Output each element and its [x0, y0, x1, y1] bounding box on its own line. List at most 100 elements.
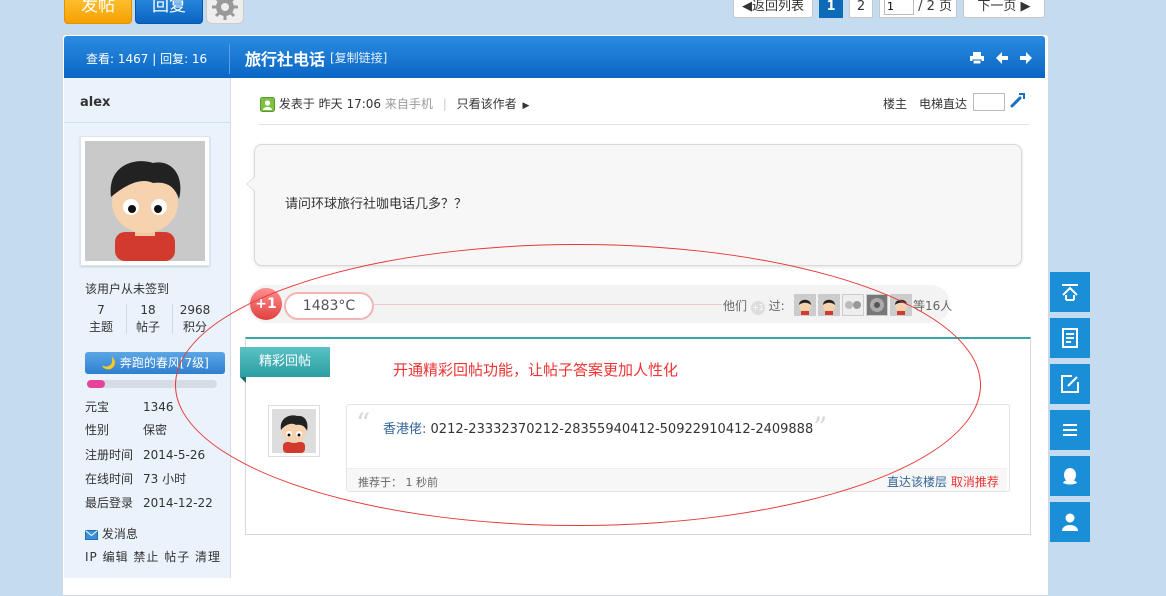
profile-value: 2014-5-26 [143, 448, 206, 462]
bubble-arrow-inner [247, 177, 255, 191]
post-time: 发表于 昨天 17:06 [278, 97, 382, 111]
plus-one-small-icon: +1 [750, 301, 765, 315]
recommended-time: 推荐于： 1 秒前 [358, 476, 438, 489]
post-temperature: 1483°C [284, 292, 374, 320]
settings-button[interactable] [206, 0, 244, 24]
page-1-link[interactable]: 1 [819, 0, 843, 18]
back-to-list-button[interactable]: ◀返回列表 [733, 0, 813, 18]
voter-avatar[interactable] [890, 294, 912, 316]
quote-open-icon: “ [356, 407, 371, 440]
profile-key: 元宝 [85, 400, 110, 414]
reply-avatar[interactable] [268, 405, 320, 457]
page-jump-input[interactable] [883, 0, 914, 15]
profile-row-gender: 性别 保密 [85, 421, 167, 438]
stat-divider [172, 304, 173, 334]
caret-right-icon: ▶ [522, 101, 530, 111]
stat-points-label: 积分 [182, 320, 207, 334]
thread-list-button[interactable] [1050, 410, 1090, 450]
user-icon [1062, 513, 1078, 531]
profile-row-registered: 注册时间 2014-5-26 [85, 446, 205, 463]
stat-points-value: 2968 [179, 303, 211, 317]
voter-avatar[interactable] [794, 294, 816, 316]
page-total: / 2 页 [918, 0, 953, 14]
stat-topics-label: 主题 [88, 320, 113, 334]
user-center-button[interactable] [1050, 502, 1090, 542]
back-to-top-button[interactable] [1050, 272, 1090, 312]
level-progress-fill [87, 380, 105, 388]
floor-label: 楼主 [883, 97, 908, 111]
page-2-link[interactable]: 2 [849, 0, 873, 18]
profile-key: 注册时间 [85, 448, 134, 462]
gear-icon [212, 0, 238, 20]
thread-header [64, 36, 1045, 78]
reply-content: 0212-23332370212-28355940412-50922910412… [430, 422, 814, 437]
author-name-divider [64, 122, 230, 123]
profile-key: 性别 [85, 423, 110, 437]
note-icon [1062, 328, 1078, 348]
envelope-icon [85, 529, 98, 540]
voter-avatar[interactable] [818, 294, 840, 316]
stat-posts[interactable]: 18 帖子 [127, 302, 169, 336]
meta-divider: | [442, 97, 447, 111]
voter-avatar[interactable] [866, 294, 888, 316]
cancel-recommend-link[interactable]: 取消推荐 [951, 475, 999, 489]
send-message-link[interactable]: 发消息 [85, 525, 138, 542]
they-suffix: 过: [768, 299, 785, 313]
note-button[interactable] [1050, 318, 1090, 358]
profile-value: 保密 [143, 423, 168, 437]
author-name[interactable]: alex [80, 95, 110, 110]
copy-link[interactable]: [复制链接] [330, 49, 387, 66]
next-thread-icon[interactable] [1019, 51, 1032, 64]
qq-button[interactable] [1050, 456, 1090, 496]
plus-one-users-label: 他们 +1 过: [723, 297, 785, 315]
profile-value: 1346 [143, 400, 174, 414]
jump-icon [1010, 93, 1025, 108]
floor-jump-button[interactable] [1010, 92, 1026, 111]
post-meta: 发表于 昨天 17:06 来自手机 | 只看该作者 ▶ [260, 95, 529, 112]
voter-avatar[interactable] [842, 294, 864, 316]
profile-key: 最后登录 [85, 496, 134, 510]
highlight-reply-tag: 精彩回帖 [240, 347, 330, 377]
quote-close-icon: ” [813, 411, 828, 444]
stat-posts-label: 帖子 [135, 320, 160, 334]
stat-topics[interactable]: 7 主题 [80, 302, 122, 336]
stat-points[interactable]: 2968 积分 [174, 302, 216, 336]
quick-reply-button[interactable] [1050, 364, 1090, 404]
plus-one-button[interactable]: +1 [250, 288, 282, 320]
they-prefix: 他们 [723, 299, 748, 313]
plus-one-count[interactable]: 等16人 [913, 297, 952, 314]
prev-thread-icon[interactable] [995, 51, 1008, 64]
reply-username[interactable]: 香港佬: [383, 422, 426, 437]
reply-button[interactable]: 回复 [135, 0, 203, 24]
floor-jump-input[interactable] [973, 93, 1005, 111]
goto-floor-link[interactable]: 直达该楼层 [887, 475, 947, 489]
meta-divider-line [258, 124, 1029, 125]
header-divider [229, 44, 230, 74]
profile-row-yuanbao: 元宝 1346 [85, 398, 174, 415]
tag-fold [240, 377, 246, 383]
promo-text: 开通精彩回帖功能，让帖子答案更加人性化 [393, 361, 679, 379]
from-mobile: 来自手机 [384, 97, 433, 111]
author-avatar[interactable] [80, 136, 210, 266]
stat-topics-value: 7 [97, 303, 105, 317]
print-icon[interactable] [970, 51, 984, 64]
moderation-tools[interactable]: IP 编辑 禁止 帖子 清理 [85, 548, 221, 565]
profile-row-online: 在线时间 73 小时 [85, 470, 186, 487]
profile-value: 2014-12-22 [143, 496, 213, 510]
post-button[interactable]: 发帖 [64, 0, 132, 24]
floor-jump-label: 电梯直达 [919, 97, 968, 111]
profile-value: 73 小时 [143, 472, 187, 486]
qq-icon [1063, 468, 1077, 485]
checkin-status: 该用户从未签到 [85, 282, 170, 296]
stat-posts-value: 18 [140, 303, 156, 317]
list-icon [1063, 424, 1077, 436]
thread-stats: 查看: 1467 | 回复: 16 [86, 52, 208, 66]
only-author-link[interactable]: 只看该作者 [457, 97, 517, 111]
next-page-button[interactable]: 下一页 ▶ [963, 0, 1045, 18]
plus-one-line [372, 304, 722, 305]
back-to-top-icon [1062, 284, 1078, 301]
profile-row-last-login: 最后登录 2014-12-22 [85, 494, 213, 511]
edit-icon [1061, 375, 1079, 393]
level-badge[interactable]: 🌙 奔跑的春风[7级] [85, 352, 225, 374]
profile-key: 在线时间 [85, 472, 134, 486]
